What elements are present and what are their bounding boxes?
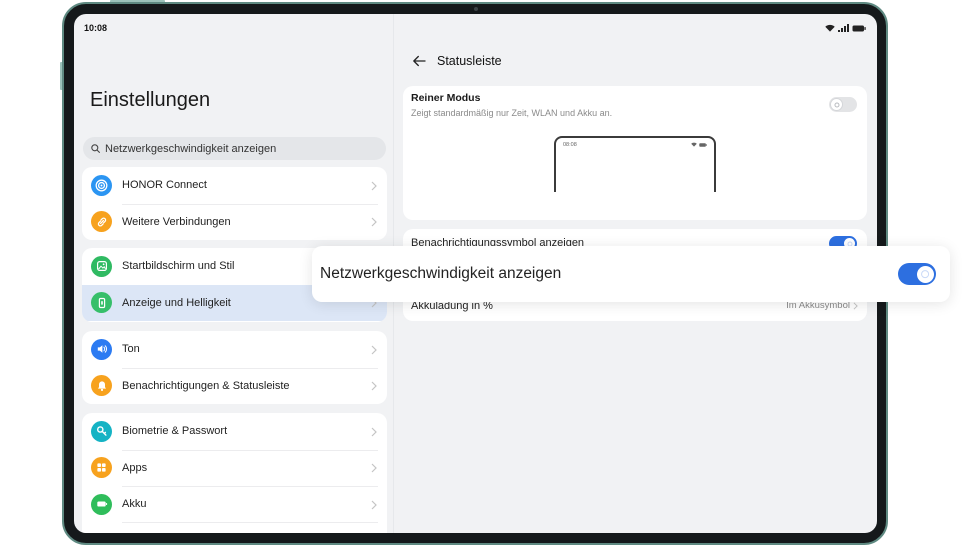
- chevron-right-icon: [371, 381, 377, 391]
- settings-group: Ton Benachrichtigungen & Statusleiste: [82, 331, 387, 404]
- chevron-right-icon: [853, 302, 858, 310]
- bell-icon: [91, 375, 112, 397]
- settings-group: HONOR Connect Weitere Verbindungen: [82, 167, 387, 240]
- pure-mode-title: Reiner Modus: [411, 92, 481, 104]
- detail-title: Statusleiste: [437, 54, 502, 68]
- display-icon: [91, 292, 112, 314]
- chevron-right-icon: [371, 463, 377, 473]
- sidebar-item-notifications[interactable]: Benachrichtigungen & Statusleiste: [82, 367, 387, 405]
- sidebar-item-label: Weitere Verbindungen: [122, 215, 231, 228]
- battery-icon: [91, 493, 112, 515]
- sidebar-item-honor-connect[interactable]: HONOR Connect: [82, 167, 387, 204]
- sidebar-item-label: Biometrie & Passwort: [122, 425, 228, 437]
- pure-mode-toggle[interactable]: [829, 97, 857, 112]
- honor-connect-icon: [91, 174, 112, 196]
- settings-group: Biometrie & Passwort Apps Akku: [82, 413, 387, 533]
- preview-time: 08:08: [563, 142, 577, 148]
- search-bar[interactable]: [83, 137, 386, 160]
- network-speed-toggle[interactable]: [898, 263, 936, 285]
- chevron-right-icon: [371, 500, 377, 509]
- sidebar-item-label: Startbildschirm und Stil: [122, 260, 235, 272]
- preview-status-icons: [691, 142, 707, 147]
- page-title: Einstellungen: [90, 89, 211, 111]
- toggle-knob: [831, 99, 842, 110]
- sidebar-item-biometrics[interactable]: Biometrie & Passwort: [82, 413, 387, 450]
- front-camera: [474, 7, 478, 11]
- network-speed-callout: Netzwerkgeschwindigkeit anzeigen: [312, 246, 950, 302]
- pure-mode-card: Reiner Modus Zeigt standardmäßig nur Zei…: [403, 86, 867, 220]
- status-bar-preview: 08:08: [554, 136, 716, 192]
- key-icon: [91, 420, 112, 442]
- sidebar-item-label: Apps: [122, 461, 148, 474]
- sidebar-item-sound[interactable]: Ton: [82, 331, 387, 368]
- link-icon: [91, 211, 112, 233]
- chevron-right-icon: [371, 217, 377, 227]
- apps-icon: [91, 457, 112, 479]
- chevron-right-icon: [371, 345, 377, 354]
- speaker-icon: [91, 338, 112, 360]
- sidebar-item-label: Ton: [122, 343, 140, 355]
- battery-icon: [699, 142, 707, 147]
- sidebar-item-label: Anzeige und Helligkeit: [122, 296, 231, 309]
- network-speed-label: Netzwerkgeschwindigkeit anzeigen: [320, 265, 562, 282]
- toggle-knob: [916, 265, 934, 283]
- sidebar-item-apps[interactable]: Apps: [82, 449, 387, 487]
- sidebar-item-more-connections[interactable]: Weitere Verbindungen: [82, 203, 387, 241]
- back-arrow-icon[interactable]: [412, 55, 426, 67]
- wifi-icon: [691, 142, 697, 147]
- chevron-right-icon: [371, 427, 377, 436]
- chevron-right-icon: [371, 181, 377, 190]
- search-icon: [91, 144, 100, 153]
- pure-mode-description: Zeigt standardmäßig nur Zeit, WLAN und A…: [411, 108, 613, 118]
- sidebar-item-label: Akku: [122, 498, 147, 510]
- sidebar-item-label: HONOR Connect: [122, 179, 207, 191]
- sidebar-item-label: Benachrichtigungen & Statusleiste: [122, 379, 290, 392]
- sidebar-item-battery[interactable]: Akku: [82, 486, 387, 523]
- wallpaper-icon: [91, 255, 112, 277]
- search-input[interactable]: [105, 137, 375, 160]
